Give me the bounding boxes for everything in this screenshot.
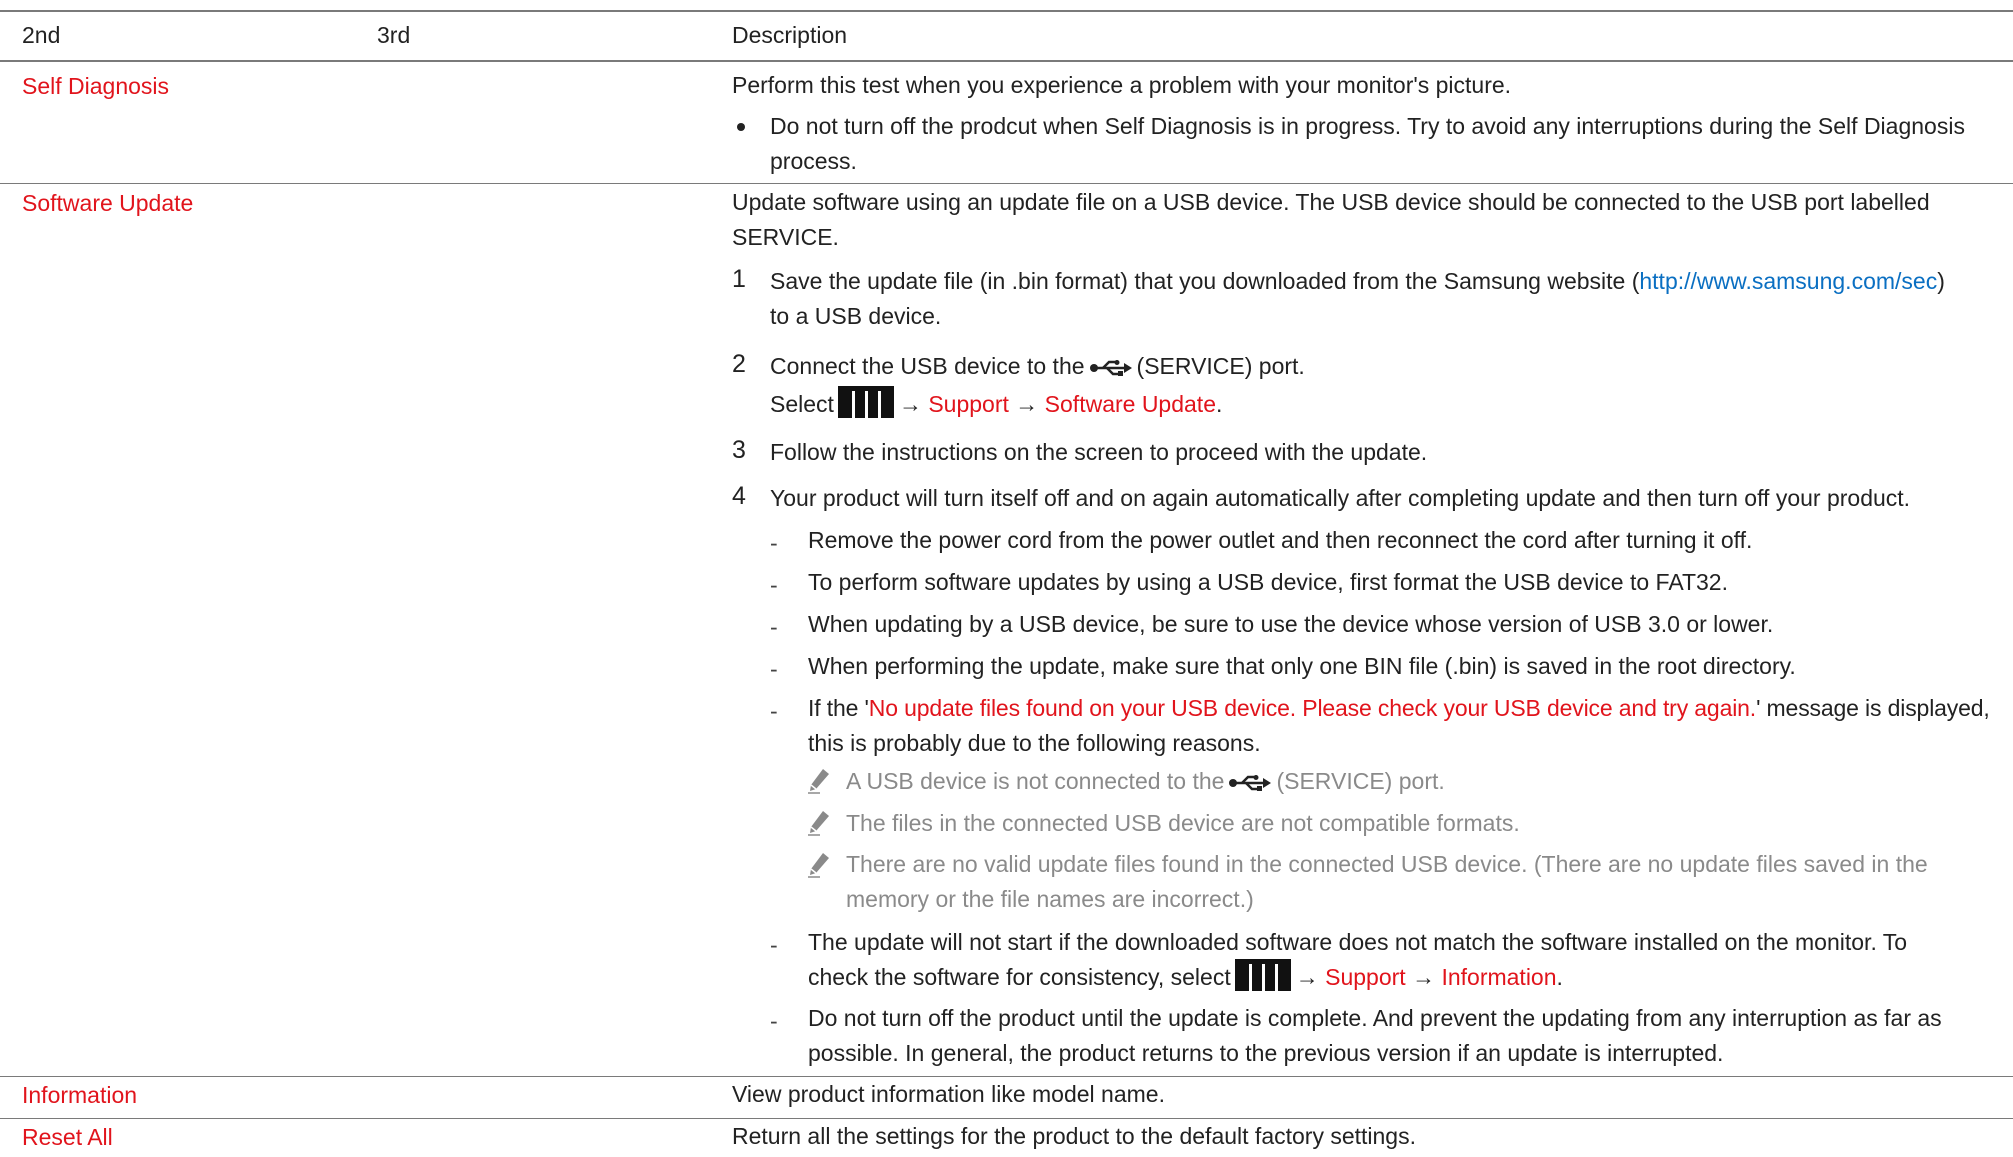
header-2nd: 2nd	[22, 22, 61, 48]
self-diagnosis-label[interactable]: Self Diagnosis	[22, 73, 169, 100]
header-3rd: 3rd	[377, 22, 411, 48]
step-number: 1	[732, 265, 746, 293]
information-label[interactable]: Information	[22, 1082, 137, 1109]
note-dash: -	[770, 656, 778, 682]
self-diagnosis-desc: Perform this test when you experience a …	[732, 72, 1512, 98]
usb-port-icon	[1089, 360, 1132, 376]
information-desc: View product information like model name…	[732, 1081, 1165, 1107]
reason-no-valid-files-cont: memory or the file names are incorrect.)	[846, 886, 1254, 912]
note-do-not-turn-off-cont: possible. In general, the product return…	[808, 1040, 1724, 1066]
step-1-text-cont: to a USB device.	[770, 303, 942, 329]
note-no-update-files-cont: this is probably due to the following re…	[808, 730, 1261, 756]
error-message-text: No update files found on your USB device…	[868, 695, 1757, 721]
note-bin-file: When performing the update, make sure th…	[808, 653, 1796, 679]
note-dash: -	[770, 1008, 778, 1034]
note-no-update-files: If the 'No update files found on your US…	[808, 695, 1990, 721]
step-1-text: Save the update file (in .bin format) th…	[770, 268, 1945, 294]
bullet-icon	[737, 123, 745, 131]
reset-all-label[interactable]: Reset All	[22, 1124, 113, 1151]
support-menu-link[interactable]: Support	[928, 391, 1009, 417]
note-power-cord: Remove the power cord from the power out…	[808, 527, 1753, 553]
reason-not-connected: A USB device is not connected to the (SER…	[846, 768, 1445, 794]
note-fat32: To perform software updates by using a U…	[808, 569, 1728, 595]
note-dash: -	[770, 530, 778, 556]
information-menu-link[interactable]: Information	[1441, 964, 1556, 990]
pencil-note-icon	[808, 811, 829, 836]
header-bottom-rule	[0, 60, 2013, 62]
note-dash: -	[770, 614, 778, 640]
menu-icon	[837, 386, 894, 418]
note-software-mismatch-cont: check the software for consistency, sele…	[808, 959, 1563, 996]
software-update-desc: Update software using an update file on …	[732, 189, 1930, 215]
pencil-note-icon	[808, 769, 829, 794]
software-update-label[interactable]: Software Update	[22, 190, 193, 217]
support-menu-link[interactable]: Support	[1325, 964, 1406, 990]
note-do-not-turn-off: Do not turn off the product until the up…	[808, 1005, 1942, 1031]
menu-icon	[1234, 959, 1291, 991]
note-dash: -	[770, 932, 778, 958]
step-3-text: Follow the instructions on the screen to…	[770, 439, 1428, 465]
note-dash: -	[770, 572, 778, 598]
note-usb-version: When updating by a USB device, be sure t…	[808, 611, 1774, 637]
header-description: Description	[732, 22, 848, 48]
table-top-rule	[0, 10, 2013, 12]
software-update-menu-link[interactable]: Software Update	[1045, 391, 1216, 417]
pencil-note-icon	[808, 853, 829, 878]
note-software-mismatch: The update will not start if the downloa…	[808, 929, 1908, 955]
software-update-desc-cont: SERVICE.	[732, 224, 839, 250]
self-diagnosis-bullet: Do not turn off the prodcut when Self Di…	[770, 113, 1965, 139]
step-4-text: Your product will turn itself off and on…	[770, 485, 1911, 511]
reason-no-valid-files: There are no valid update files found in…	[846, 851, 1928, 877]
step-number: 4	[732, 482, 746, 510]
step-number: 3	[732, 436, 746, 464]
reason-incompatible-formats: The files in the connected USB device ar…	[846, 810, 1520, 836]
reset-all-desc: Return all the settings for the product …	[732, 1123, 1416, 1149]
step-2-select-path: Select → Support → Software Update.	[770, 386, 1222, 423]
self-diagnosis-bullet-cont: process.	[770, 148, 857, 174]
settings-table: 2nd 3rd Description Self Diagnosis Perfo…	[0, 0, 2013, 1157]
samsung-website-link[interactable]: http://www.samsung.com/sec	[1639, 268, 1937, 294]
note-dash: -	[770, 698, 778, 724]
step-2-text: Connect the USB device to the (SERVICE) p…	[770, 353, 1305, 379]
usb-port-icon	[1229, 775, 1272, 791]
step-number: 2	[732, 350, 746, 378]
